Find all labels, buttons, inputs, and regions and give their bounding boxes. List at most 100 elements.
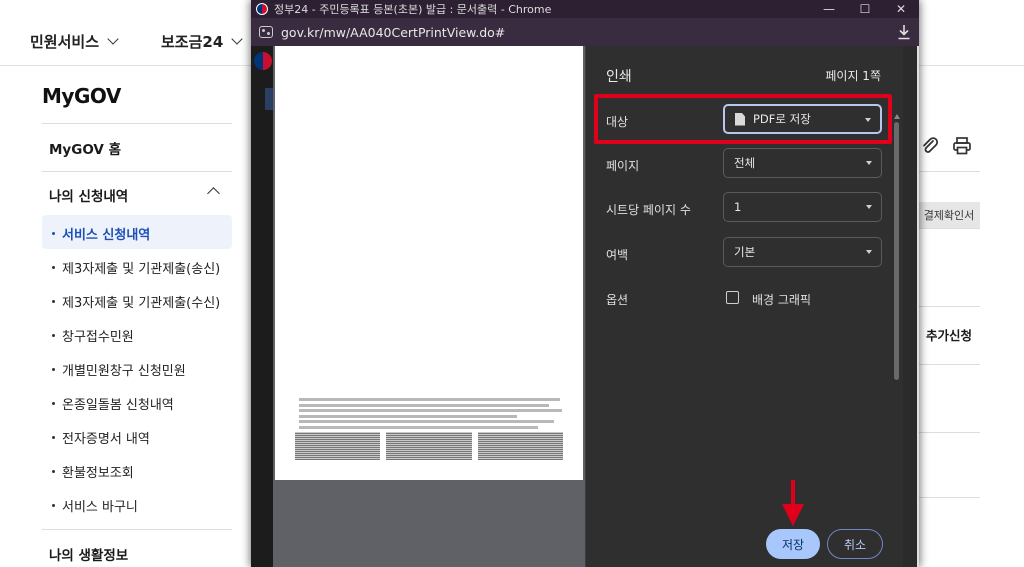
minimize-button[interactable]: — bbox=[811, 0, 847, 18]
text-line bbox=[299, 414, 518, 418]
bullet bbox=[52, 436, 55, 439]
close-button[interactable]: ✕ bbox=[883, 0, 919, 18]
divider bbox=[918, 432, 980, 433]
nav-civil-service-label: 민원서비스 bbox=[30, 33, 100, 51]
sidebar-item-label: 서비스 신청내역 bbox=[62, 228, 151, 243]
text-line bbox=[299, 403, 550, 407]
sidebar-item-label: 온종일돌봄 신청내역 bbox=[62, 398, 174, 413]
pages-value: 전체 bbox=[734, 156, 756, 170]
cancel-button[interactable]: 취소 bbox=[827, 529, 883, 559]
payment-confirmation-header: 결제확인서 bbox=[918, 202, 980, 228]
bullet bbox=[52, 334, 55, 337]
sidebar-item-service-basket[interactable]: 서비스 바구니 bbox=[52, 496, 138, 515]
site-info-icon[interactable] bbox=[259, 26, 273, 38]
scrollbar-thumb[interactable] bbox=[894, 122, 899, 380]
bullet bbox=[52, 266, 55, 269]
sidebar-group-life-info[interactable]: 나의 생활정보 bbox=[49, 544, 128, 564]
gov-logo-icon bbox=[256, 3, 268, 15]
barcode-block bbox=[295, 432, 381, 460]
divider bbox=[42, 123, 232, 124]
chevron-up-icon[interactable] bbox=[207, 187, 220, 200]
bullet bbox=[52, 368, 55, 371]
divider bbox=[42, 529, 232, 530]
barcode-block bbox=[386, 432, 472, 460]
divider bbox=[918, 497, 980, 498]
sidebar-item-individual-counter[interactable]: 개별민원창구 신청민원 bbox=[52, 360, 186, 379]
dropdown-arrow-icon bbox=[866, 205, 872, 209]
gov-logo-icon bbox=[254, 52, 272, 70]
pages-per-sheet-select[interactable]: 1 bbox=[723, 192, 882, 222]
sidebar-item-label: 개별민원창구 신청민원 bbox=[62, 364, 186, 379]
dropdown-arrow-icon bbox=[866, 250, 872, 254]
sidebar-item-label: 환불정보조회 bbox=[62, 466, 134, 481]
divider bbox=[918, 364, 980, 365]
print-settings-panel: 인쇄 페이지 1쪽 대상 PDF로 저장 페이지 전체 시트당 페이지 수 1 … bbox=[585, 46, 903, 567]
margins-select[interactable]: 기본 bbox=[723, 237, 882, 267]
document-barcode-blocks bbox=[295, 432, 563, 460]
document-fine-print bbox=[299, 398, 565, 431]
sidebar-item-label: 제3자제출 및 기관제출(수신) bbox=[62, 296, 221, 311]
chrome-popup-window: 정부24 - 주민등록표 등본(초본) 발급 : 문서출력 - Chrome —… bbox=[251, 0, 919, 567]
sidebar-item-refund-info[interactable]: 환불정보조회 bbox=[52, 462, 134, 481]
download-icon[interactable] bbox=[897, 24, 911, 40]
sidebar-item-all-day-care[interactable]: 온종일돌봄 신청내역 bbox=[52, 394, 174, 413]
bullet bbox=[52, 232, 55, 235]
background-graphics-label[interactable]: 배경 그래픽 bbox=[752, 291, 811, 308]
annotation-arrow-icon bbox=[782, 480, 804, 526]
window-title: 정부24 - 주민등록표 등본(초본) 발급 : 문서출력 - Chrome bbox=[274, 3, 552, 16]
divider bbox=[918, 306, 980, 307]
nav-civil-service[interactable]: 민원서비스 bbox=[30, 31, 119, 52]
window-edge bbox=[917, 46, 919, 567]
divider bbox=[42, 171, 232, 172]
underlying-page-strip bbox=[251, 46, 273, 567]
margins-value: 기본 bbox=[734, 245, 756, 259]
window-titlebar: 정부24 - 주민등록표 등본(초본) 발급 : 문서출력 - Chrome —… bbox=[251, 0, 919, 18]
scroll-up-icon[interactable] bbox=[894, 114, 900, 119]
sidebar-group-applications[interactable]: 나의 신청내역 bbox=[49, 185, 128, 205]
chevron-down-icon bbox=[231, 33, 243, 45]
pages-per-sheet-value: 1 bbox=[734, 200, 742, 214]
address-bar: gov.kr/mw/AA040CertPrintView.do# bbox=[251, 18, 919, 46]
nav-subsidy-label: 보조금24 bbox=[161, 33, 224, 51]
sidebar-item-label: 제3자제출 및 기관제출(송신) bbox=[62, 262, 221, 277]
pages-per-sheet-label: 시트당 페이지 수 bbox=[606, 203, 691, 217]
margins-label: 여백 bbox=[606, 248, 629, 262]
url-text: gov.kr/mw/AA040CertPrintView.do# bbox=[281, 24, 506, 40]
chevron-down-icon bbox=[107, 33, 119, 45]
text-line bbox=[299, 420, 555, 423]
sidebar-item-home[interactable]: MyGOV 홈 bbox=[49, 138, 121, 158]
sidebar-item-label: 전자증명서 내역 bbox=[62, 432, 150, 447]
divider bbox=[918, 171, 980, 172]
text-line bbox=[299, 425, 539, 429]
add-application-link[interactable]: 추가신청 bbox=[926, 325, 972, 344]
sidebar-brand: MyGOV bbox=[42, 84, 121, 108]
annotation-highlight-box bbox=[594, 94, 892, 144]
nav-subsidy[interactable]: 보조금24 bbox=[161, 31, 243, 52]
text-line bbox=[299, 398, 560, 401]
sidebar-item-third-party-received[interactable]: 제3자제출 및 기관제출(수신) bbox=[52, 292, 220, 311]
maximize-button[interactable]: ☐ bbox=[847, 0, 883, 18]
bullet bbox=[52, 470, 55, 473]
bullet bbox=[52, 504, 55, 507]
bullet bbox=[52, 300, 55, 303]
background-graphics-checkbox[interactable] bbox=[726, 291, 739, 304]
print-title: 인쇄 bbox=[606, 69, 632, 85]
divider bbox=[918, 228, 980, 229]
print-preview-area bbox=[273, 46, 585, 567]
sidebar-item-label: 창구접수민원 bbox=[62, 330, 134, 345]
options-label: 옵션 bbox=[606, 293, 629, 307]
sidebar-item-label: 서비스 바구니 bbox=[62, 500, 138, 515]
preview-page bbox=[275, 46, 583, 480]
sidebar-item-service-applications[interactable]: 서비스 신청내역 bbox=[52, 224, 150, 243]
printer-icon[interactable] bbox=[952, 136, 972, 156]
page-count: 페이지 1쪽 bbox=[825, 69, 881, 83]
barcode-block bbox=[477, 432, 563, 460]
save-button[interactable]: 저장 bbox=[766, 529, 820, 559]
sidebar-item-e-certificates[interactable]: 전자증명서 내역 bbox=[52, 428, 150, 447]
background-content-right: 결제확인서 추가신청 bbox=[918, 66, 1024, 567]
pages-select[interactable]: 전체 bbox=[723, 148, 882, 178]
sidebar-item-counter-civil[interactable]: 창구접수민원 bbox=[52, 326, 134, 345]
pages-label: 페이지 bbox=[606, 159, 640, 173]
sidebar-item-third-party-sent[interactable]: 제3자제출 및 기관제출(송신) bbox=[52, 258, 220, 277]
paperclip-icon[interactable] bbox=[920, 136, 940, 156]
